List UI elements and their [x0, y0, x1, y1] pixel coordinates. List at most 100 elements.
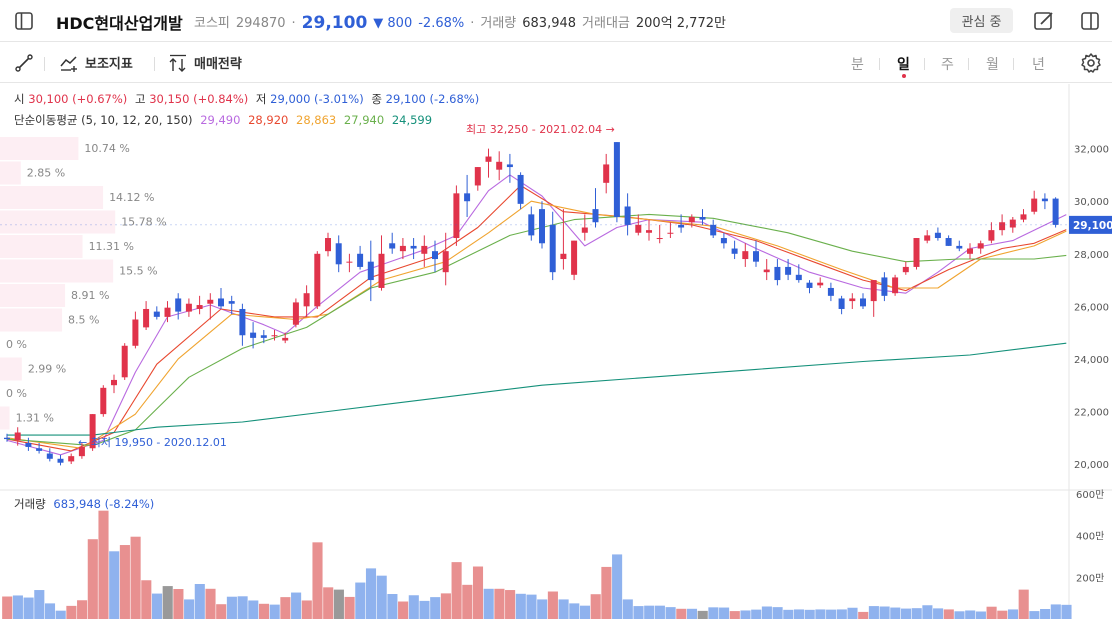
candle-body — [667, 232, 674, 234]
candle-body — [549, 224, 556, 273]
chart-settings-button[interactable] — [1080, 52, 1102, 74]
layout-panel-icon[interactable] — [1078, 9, 1102, 33]
candle-body — [517, 174, 524, 204]
volume-bar — [890, 607, 901, 619]
candle-body — [699, 216, 706, 220]
period-year-tab[interactable]: 년 — [1032, 54, 1045, 74]
candle-body — [870, 280, 877, 302]
volume-legend-value: 683,948 (-8.24%) — [53, 497, 155, 511]
price-tick-label: 30,000 — [1074, 197, 1109, 208]
candle-body — [849, 298, 856, 302]
ma5-value: 29,490 — [200, 113, 241, 127]
candle-body — [175, 298, 182, 312]
close-value: 29,100 (-2.68%) — [385, 92, 480, 106]
price-change-pct: -2.68% — [418, 16, 465, 31]
candle-body — [506, 164, 513, 168]
candle-body — [357, 253, 364, 267]
volume-bar — [686, 608, 698, 619]
favorite-button[interactable]: 관심 중 — [950, 8, 1013, 33]
volume-bar — [398, 601, 409, 619]
candle-body — [36, 448, 43, 451]
candle-body — [1041, 198, 1048, 202]
indicator-button[interactable]: 보조지표 — [59, 53, 133, 72]
sidebar-toggle-icon[interactable] — [12, 9, 36, 33]
volume-bar — [654, 605, 665, 619]
volume-bar — [601, 566, 612, 619]
candle-body — [303, 293, 310, 307]
volume-bar — [515, 593, 526, 619]
period-day-tab[interactable]: 일 — [897, 54, 910, 74]
volume-profile-label: 0 % — [6, 387, 27, 400]
volume-bar — [98, 510, 109, 619]
open-value: 30,100 (+0.67%) — [28, 92, 128, 106]
edit-icon[interactable] — [1032, 9, 1056, 33]
candle-body — [207, 299, 214, 304]
volume-bar — [483, 588, 494, 619]
strategy-button[interactable]: 매매전략 — [168, 53, 242, 72]
volume-bar — [451, 562, 462, 619]
candle-body — [46, 453, 53, 459]
volume-profile-bar — [0, 284, 66, 307]
candle-body — [934, 232, 941, 239]
volume-bar — [997, 610, 1008, 619]
open-label: 시 — [14, 92, 25, 106]
volume-profile-label: 15.5 % — [119, 265, 157, 278]
volume-bar — [1018, 589, 1029, 619]
drawing-tool-button[interactable] — [14, 53, 34, 73]
volume-bar — [815, 609, 826, 619]
volume-legend-label: 거래량 — [14, 497, 46, 511]
candle-body — [453, 193, 460, 239]
candle-body — [656, 238, 663, 240]
chart-area[interactable]: 10.74 % 2.85 % 14.12 % 15.78 % 11.31 % 15.5 %… — [0, 84, 1112, 619]
candle-body — [1009, 219, 1016, 228]
volume-bar — [826, 609, 837, 619]
volume-bar — [355, 582, 366, 619]
volume-profile-bar — [0, 406, 10, 430]
price-tick-label: 24,000 — [1074, 355, 1109, 366]
candle-body — [57, 458, 64, 463]
volume-bar — [408, 595, 419, 619]
volume-bar — [719, 607, 730, 619]
volume-bar — [462, 584, 473, 619]
line-draw-icon — [15, 54, 33, 72]
price-chart[interactable]: 10.74 % 2.85 % 14.12 % 15.78 % 11.31 % 15.5 %… — [0, 84, 1112, 619]
volume-bar — [237, 596, 248, 619]
candle-body — [410, 245, 417, 249]
chart-annotations: 최고 32,250 - 2021.02.04 → ← 최저 19,950 - 20… — [78, 123, 615, 449]
period-week-tab[interactable]: 주 — [941, 54, 954, 74]
volume-tick-label: 400만 — [1076, 531, 1104, 543]
volume-bar — [312, 542, 323, 619]
volume-bar — [269, 604, 280, 619]
volume-bar — [804, 609, 815, 619]
volume-bar — [440, 593, 451, 619]
candle-body — [1031, 198, 1038, 212]
close-label: 종 — [371, 92, 382, 106]
volume-bar — [184, 599, 195, 619]
volume-bar — [66, 605, 77, 619]
period-month-tab[interactable]: 월 — [986, 54, 999, 74]
candle-body — [795, 274, 802, 281]
candle-body — [432, 251, 438, 260]
volume-bar — [205, 588, 216, 619]
candle-body — [731, 248, 738, 254]
volume-bar — [922, 605, 933, 619]
candle-body — [378, 253, 385, 288]
period-minute-tab[interactable]: 분 — [851, 54, 864, 74]
candle-body — [924, 235, 931, 241]
volume-bar — [1040, 609, 1051, 619]
candle-body — [389, 243, 396, 249]
volume-bar — [708, 607, 719, 619]
market-label: 코스피 — [194, 16, 230, 31]
candlesticks — [4, 142, 1059, 466]
meta-separator: · — [470, 16, 475, 31]
candle-body — [271, 335, 278, 337]
candle-body — [945, 238, 952, 246]
candle-body — [646, 230, 652, 233]
ma12-value: 28,863 — [296, 113, 337, 127]
candle-body — [1052, 198, 1059, 225]
volume-bar — [697, 610, 708, 619]
trade-value-label: 거래대금 — [582, 16, 630, 31]
volume-bar — [633, 606, 644, 619]
volume-profile-label: 1.31 % — [16, 412, 54, 425]
indicator-label: 보조지표 — [85, 57, 133, 72]
